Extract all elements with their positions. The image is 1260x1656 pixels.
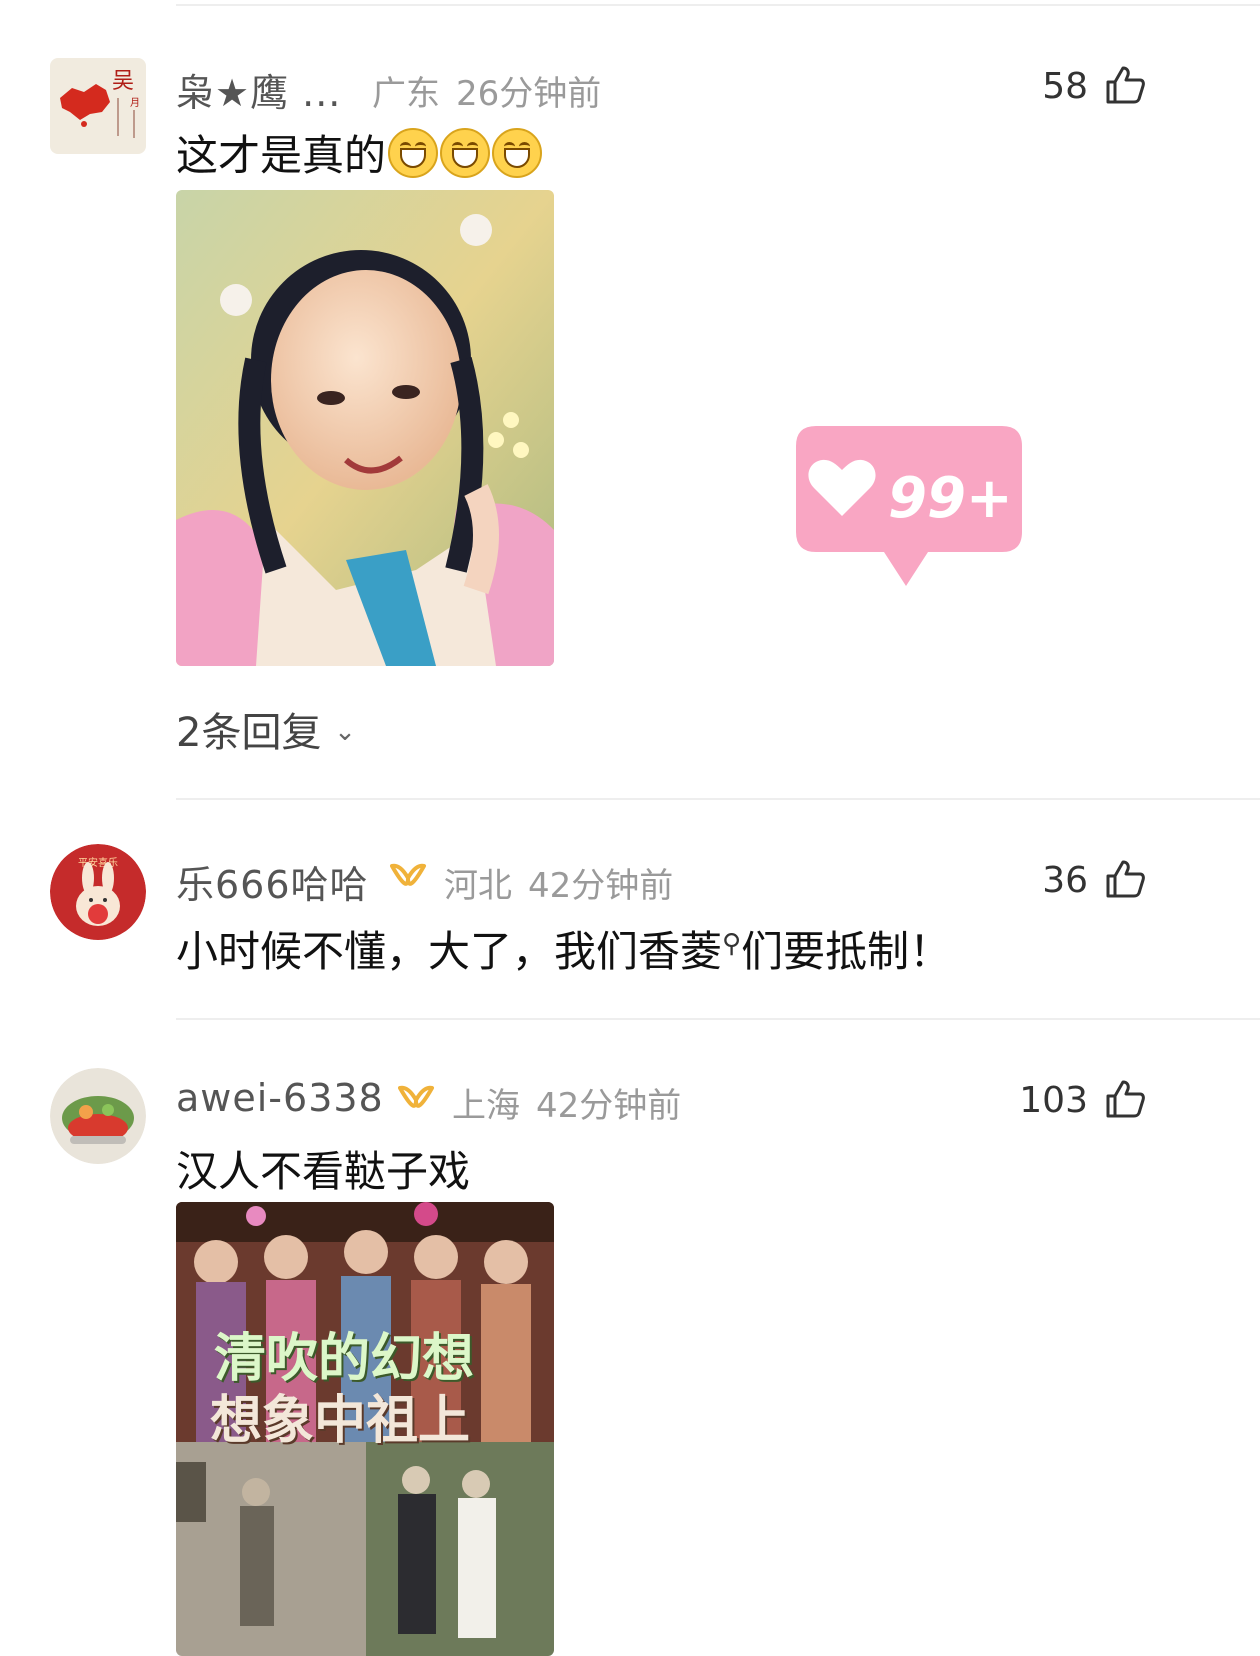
username[interactable]: 乐666哈哈 [176,854,369,909]
timestamp: 42分钟前 [536,1086,682,1126]
timestamp: 42分钟前 [528,866,674,906]
thumbs-up-icon[interactable] [1104,1078,1146,1120]
username[interactable]: awei-6338 [176,1076,384,1120]
thumbs-up-icon[interactable] [1104,64,1146,106]
location-label: 上海 [452,1086,520,1126]
search-icon[interactable]: ⚲ [722,929,741,959]
username[interactable]: 枭★鹰 ... [176,62,341,117]
image-caption: 想象中祖上 [210,1390,471,1451]
chevron-down-icon: ⌄ [334,717,356,747]
comment-text-body: 这才是真的 [176,131,387,180]
grin-emoji-icon [492,128,543,178]
comment-text: 小时候不懂，大了，我们香菱⚲们要抵制！ [176,918,951,979]
comment-text-body: 小时候不懂，大了，我们香菱 [176,927,723,976]
timestamp: 26分钟前 [456,74,602,114]
location-label: 广东 [372,74,440,114]
comment-text: 汉人不看鞑子戏 [176,1147,471,1196]
vip-badge-icon [398,1085,434,1108]
like-count: 58 [1042,66,1088,107]
comment-image[interactable] [176,190,554,666]
thumbs-up-icon[interactable] [1104,858,1146,900]
comment-text: 这才是真的 [176,122,543,183]
avatar[interactable]: 平安喜乐 [50,844,146,940]
replies-toggle[interactable]: 2条回复 ⌄ [176,700,356,758]
top-divider [176,4,1260,6]
grin-emoji-icon [388,128,439,178]
avatar[interactable]: 吴 月 [50,58,146,154]
location-label: 河北 [444,866,512,906]
svg-text:吴: 吴 [112,69,134,94]
like-count: 103 [1019,1080,1088,1121]
like-count: 36 [1042,860,1088,901]
comment-text-body: 们要抵制！ [741,927,952,976]
like-bubble-count: 99+ [888,466,1013,531]
replies-label: 2条回复 [176,710,322,756]
svg-text:月: 月 [130,97,140,109]
grin-emoji-icon [440,128,491,178]
comment-divider [176,1018,1260,1020]
comment-divider [176,798,1260,800]
avatar[interactable] [50,1068,146,1164]
vip-badge-icon [390,863,426,886]
